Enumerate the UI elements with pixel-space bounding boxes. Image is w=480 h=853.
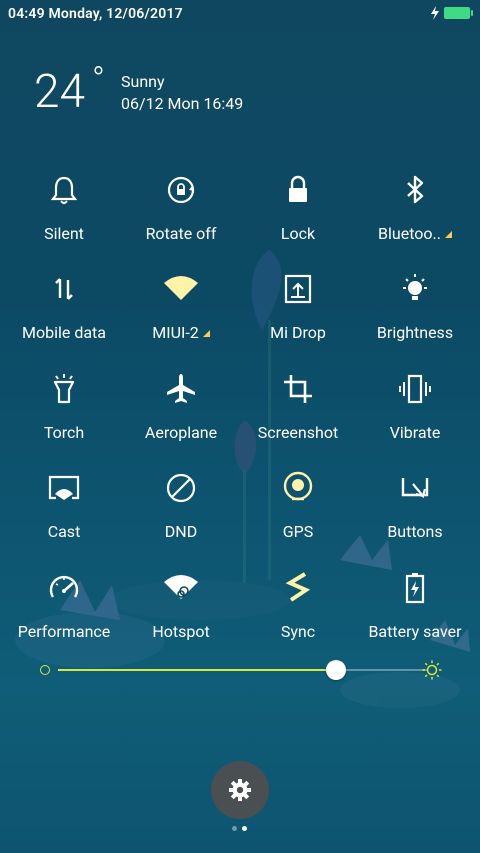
lightning-icon (431, 6, 439, 20)
mobile-data-icon (55, 278, 73, 300)
temperature: 24 (34, 65, 86, 119)
tile-rotate[interactable]: Rotate off (123, 160, 239, 256)
brightness-icon (403, 274, 427, 300)
bluetooth-icon (407, 175, 424, 204)
cast-icon (48, 475, 80, 500)
tile-vibrate[interactable]: Vibrate (357, 359, 473, 455)
status-bar: 04:49 Monday, 12/06/2017 (0, 0, 480, 28)
slider-fill (58, 669, 336, 671)
tile-hotspot[interactable]: Hotspot (123, 558, 239, 654)
tile-label: Torch (43, 423, 85, 442)
dnd-icon (166, 473, 196, 503)
brightness-low-icon (40, 665, 50, 675)
tile-label: Silent (44, 224, 84, 243)
speedometer-icon (49, 575, 79, 598)
gear-icon (229, 779, 251, 801)
page-indicator (232, 826, 252, 832)
degree-symbol: ° (92, 60, 105, 100)
torch-icon (53, 374, 75, 404)
tile-label: Mobile data (22, 323, 106, 342)
weather-datetime: 06/12 Mon 16:49 (121, 94, 244, 113)
gps-icon (283, 471, 313, 501)
tile-bluetooth[interactable]: Bluetoo.. (357, 160, 473, 256)
tile-mobile-data[interactable]: Mobile data (6, 259, 122, 355)
hotspot-icon (164, 575, 198, 599)
airplane-icon (167, 374, 195, 403)
tile-label: Performance (17, 622, 111, 641)
tile-label: Screenshot (257, 423, 339, 442)
tile-label: Cast (47, 522, 81, 541)
battery-saver-icon (405, 573, 425, 604)
page-dot (232, 826, 237, 831)
mi-drop-icon (284, 274, 312, 304)
tile-label-text: MIUI-2 (152, 323, 199, 342)
tile-screenshot[interactable]: Screenshot (240, 359, 356, 455)
status-icons (430, 6, 473, 20)
wifi-icon (164, 276, 198, 300)
tile-wifi[interactable]: MIUI-2 (123, 259, 239, 355)
tile-aeroplane[interactable]: Aeroplane (123, 359, 239, 455)
tile-label: Vibrate (389, 423, 441, 442)
tile-cast[interactable]: Cast (6, 458, 122, 554)
tile-sync[interactable]: Sync (240, 558, 356, 654)
vibrate-icon (399, 374, 431, 404)
expand-indicator-icon (202, 330, 210, 337)
crop-icon (284, 375, 312, 403)
tile-mi-drop[interactable]: Mi Drop (240, 259, 356, 355)
brightness-high-icon (422, 660, 442, 680)
expand-indicator-icon (444, 231, 452, 238)
tile-label: Sync (280, 622, 316, 641)
tile-label: Aeroplane (144, 423, 218, 442)
tile-lock[interactable]: Lock (240, 160, 356, 256)
tile-label: Rotate off (145, 224, 217, 243)
tile-torch[interactable]: Torch (6, 359, 122, 455)
tile-label: DND (164, 522, 198, 541)
rotate-lock-icon (167, 176, 195, 204)
sync-icon (285, 572, 311, 602)
tile-brightness[interactable]: Brightness (357, 259, 473, 355)
tile-buttons[interactable]: Buttons (357, 458, 473, 554)
brightness-slider[interactable] (40, 660, 450, 680)
page-dot-active (242, 826, 247, 831)
tile-dnd[interactable]: DND (123, 458, 239, 554)
tile-battery-saver[interactable]: Battery saver (357, 558, 473, 654)
tile-label: MIUI-2 (123, 323, 239, 342)
tile-performance[interactable]: Performance (6, 558, 122, 654)
tile-silent[interactable]: Silent (6, 160, 122, 256)
tile-label: Lock (280, 224, 316, 243)
weather-condition: Sunny (121, 72, 165, 91)
lock-icon (289, 175, 307, 202)
tile-label: Battery saver (368, 622, 462, 641)
tile-label: Mi Drop (270, 323, 326, 342)
status-time-date: 04:49 Monday, 12/06/2017 (8, 6, 183, 22)
slider-thumb[interactable] (326, 660, 346, 680)
tile-label: Buttons (387, 522, 443, 541)
settings-button[interactable] (211, 761, 269, 819)
battery-icon (444, 7, 473, 19)
slider-track[interactable] (58, 660, 428, 680)
tile-label: Hotspot (152, 622, 210, 641)
tile-label: Bluetoo.. (357, 224, 473, 243)
bell-icon (50, 176, 78, 204)
tile-label-text: Bluetoo.. (378, 224, 441, 243)
buttons-icon (401, 478, 429, 499)
tile-label: GPS (282, 522, 314, 541)
tile-label: Brightness (376, 323, 454, 342)
tile-gps[interactable]: GPS (240, 458, 356, 554)
